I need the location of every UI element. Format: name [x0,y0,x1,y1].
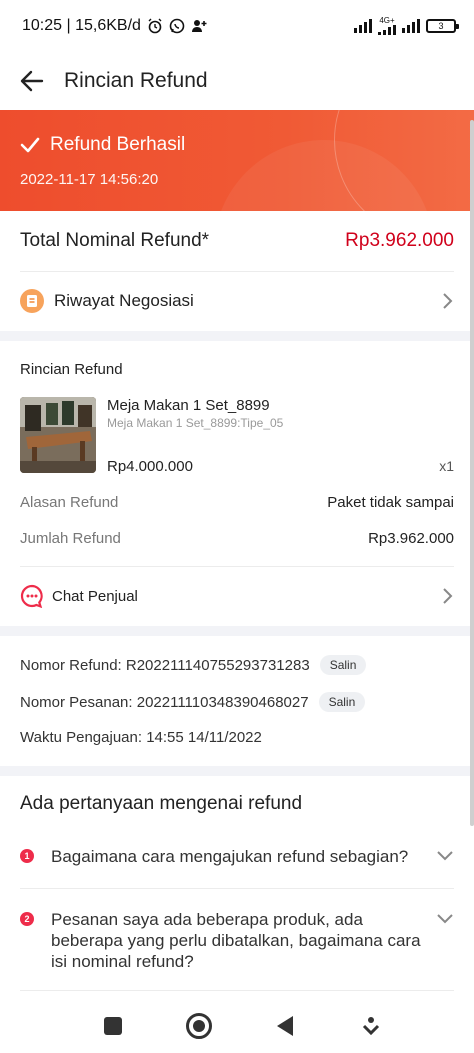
section-gap [0,766,474,776]
divider [20,990,454,991]
signal-icon [354,19,372,33]
order-number: Nomor Pesanan: 202211110348390468027 [20,693,309,711]
refund-details-title: Rincian Refund [20,361,123,378]
network-type: 4G+ [379,16,395,25]
copy-refund-number-button[interactable]: Salin [319,655,367,675]
copy-order-number-button[interactable]: Salin [318,692,366,712]
chat-icon [20,584,43,608]
add-contact-icon [191,20,207,32]
refund-reason-value: Paket tidak sampai [327,493,454,511]
refund-reason-row: Alasan Refund Paket tidak sampai [0,490,474,514]
submitted-time-line: Waktu Pengajuan: 14:55 14/11/2022 [20,729,262,746]
page-title: Rincian Refund [64,69,208,92]
whatsapp-icon [169,18,185,34]
faq-item[interactable]: 2 Pesanan saya ada beberapa produk, ada … [20,909,454,972]
refund-amount-value: Rp3.962.000 [368,529,454,547]
refund-reason-label: Alasan Refund [20,493,119,511]
system-nav-bar [0,998,474,1053]
order-number-line: Nomor Pesanan: 202211110348390468027 Sal… [20,692,366,712]
refund-amount-row: Jumlah Refund Rp3.962.000 [0,526,474,550]
chat-seller-row[interactable]: Chat Penjual [0,567,474,625]
total-refund-row: Total Nominal Refund* Rp3.962.000 [0,212,474,270]
divider [20,888,454,889]
faq-number-badge: 1 [20,849,34,863]
product-variant: Meja Makan 1 Set_8899:Tipe_05 [107,416,284,430]
recents-button[interactable] [93,1006,133,1046]
back-button[interactable] [18,67,46,95]
total-refund-label: Total Nominal Refund* [20,230,210,251]
battery-icon: 3 [426,19,459,33]
signal-icon-2 [378,25,396,35]
scrollbar[interactable] [470,120,474,826]
product-image[interactable] [20,397,96,473]
triangle-left-icon [277,1015,293,1036]
chevron-down-icon[interactable] [436,850,454,862]
refund-number-line: Nomor Refund: R202211140755293731283 Sal… [20,655,367,675]
product-photo [20,397,96,473]
faq-question: Bagaimana cara mengajukan refund sebagia… [51,847,409,866]
faq-item[interactable]: 1 Bagaimana cara mengajukan refund sebag… [20,846,454,867]
square-icon [104,1016,122,1035]
app-bar: Rincian Refund [0,52,474,110]
circle-icon [186,1012,212,1039]
negotiation-history-row[interactable]: Riwayat Negosiasi [0,272,474,330]
section-gap [0,626,474,636]
banner-decoration-ring [334,110,474,211]
chevron-right-icon [443,588,453,604]
status-time: 10:25 | 15,6KB/d [22,17,141,34]
refund-number: Nomor Refund: R202211140755293731283 [20,656,310,674]
hide-nav-button[interactable] [351,1006,391,1046]
section-gap [0,331,474,341]
back-nav-button[interactable] [265,1006,305,1046]
product-quantity: x1 [439,458,454,474]
chat-seller-label: Chat Penjual [52,587,138,605]
negotiation-history-label: Riwayat Negosiasi [54,291,194,310]
status-bar: 10:25 | 15,6KB/d 4G+ 3 [0,0,474,52]
history-icon [20,289,44,313]
chevron-down-dot-icon [362,1016,380,1035]
arrow-left-icon [20,70,44,92]
battery-level: 3 [438,21,444,31]
submitted-time: Waktu Pengajuan: 14:55 14/11/2022 [20,729,262,746]
chevron-right-icon [443,293,453,309]
chevron-down-icon[interactable] [436,913,454,925]
refund-status-banner: Refund Berhasil 2022-11-17 14:56:20 [0,110,474,211]
faq-question: Pesanan saya ada beberapa produk, ada be… [51,910,421,971]
alarm-icon [148,18,162,34]
signal-icon-3 [402,19,420,33]
home-button[interactable] [179,1006,219,1046]
check-icon [20,137,40,153]
refund-amount-label: Jumlah Refund [20,529,121,547]
refund-status-text: Refund Berhasil [50,134,186,155]
total-refund-value: Rp3.962.000 [345,230,454,251]
refund-datetime: 2022-11-17 14:56:20 [20,171,159,188]
product-name[interactable]: Meja Makan 1 Set_8899 [107,397,270,414]
product-price: Rp4.000.000 [107,458,193,475]
faq-title: Ada pertanyaan mengenai refund [20,793,303,814]
faq-number-badge: 2 [20,912,34,926]
